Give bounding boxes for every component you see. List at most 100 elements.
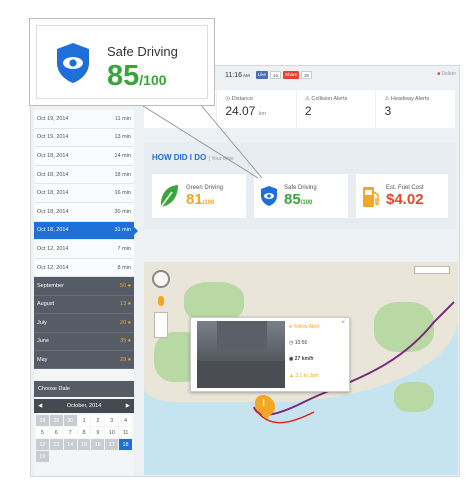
calendar-day[interactable]: 5 [36,427,49,439]
warning-icon: ⚠ [304,96,310,102]
calendar-day[interactable]: 12 [36,439,49,451]
callout-title: Safe Driving [107,44,178,59]
popup-place: ● Yellow Alert [289,324,320,330]
trip-ampm: AM [243,72,250,78]
calendar-day[interactable]: 15 [77,439,91,451]
calendar-day[interactable]: 28 [36,415,49,427]
leaf-icon [160,185,178,208]
callout-score: 85/100 [107,60,167,92]
pegman-icon[interactable] [158,296,164,306]
pin-icon: ● [289,324,293,330]
trip-item[interactable]: Oct 18, 2014 14 min [34,147,134,166]
month-count: 50 ● [120,283,131,290]
trip-duration: 7 min [117,245,131,252]
warning-icon: ⚠ [384,96,390,102]
trip-date: Oct 18, 2014 [37,190,69,197]
month-name: September [37,283,64,290]
trip-date: Oct 19, 2014 [37,115,69,122]
popup-time: ◷ 10:56 [289,340,308,346]
safe-driving-card[interactable]: Safe Driving 85/100 [254,174,348,218]
trip-date: Oct 19, 2014 [37,134,69,141]
trip-duration: 30 min [114,208,131,215]
trip-item[interactable]: Oct 19, 2014 13 min [34,128,134,148]
calendar-day[interactable]: 2 [91,415,105,427]
section-title: HOW DID I DO ( Your drive [152,153,234,162]
trip-date: Oct 12, 2014 [37,264,69,271]
map-pan-control[interactable] [152,270,170,288]
month-item[interactable]: June 35 ● [34,332,134,351]
shield-icon [57,43,89,83]
calendar-day[interactable]: 3 [105,415,119,427]
trip-duration: 31 min [114,227,131,234]
trash-icon: ■ [437,71,441,77]
month-item[interactable]: May 29 ● [34,350,134,370]
calendar-header: ◀ October, 2014 ▶ [34,399,134,414]
calendar-month-label: October, 2014 [66,403,102,410]
car-icon: ▲ [289,373,294,379]
calendar-day[interactable]: 29 [49,415,63,427]
fuel-pump-icon [363,187,379,207]
trip-item[interactable]: Oct 12, 2014 8 min [34,258,134,278]
calendar-day[interactable]: 19 [36,451,49,463]
trip-item[interactable]: Oct 18, 2014 18 min [34,165,134,185]
calendar-day[interactable]: 10 [105,427,119,439]
calendar-day[interactable]: 9 [91,427,105,439]
trip-date: Oct 18, 2014 [37,171,69,178]
month-item[interactable]: September 50 ● [34,277,134,296]
calendar-day[interactable]: 13 [49,439,63,451]
trip-duration: 13 min [114,134,131,141]
trip-duration: 14 min [114,152,131,159]
month-item[interactable]: August 13 ● [34,295,134,315]
stat-headway: ⚠ Headway Alerts 3 [384,96,430,118]
trip-item[interactable]: Oct 18, 2014 30 min [34,202,134,222]
trip-item[interactable]: Oct 12, 2014 7 min [34,240,134,259]
safe-driving-callout: Safe Driving 85/100 [29,18,215,106]
popup-speed: ◉ 27 km/h [289,356,314,362]
clock-icon: ◷ [225,96,231,102]
calendar-day[interactable]: 18 [119,439,132,451]
photo-road [197,361,285,388]
trip-duration: 16 min [114,190,131,197]
like-button[interactable]: Like [255,71,269,79]
photo-overpass [217,321,267,351]
trip-item[interactable]: Oct 18, 2014 31 min [34,221,138,241]
calendar-day[interactable]: 14 [63,439,77,451]
close-icon[interactable]: × [341,320,345,326]
next-month-button[interactable]: ▶ [126,403,130,409]
stat-collision: ⚠ Collision Alerts 2 [297,90,377,128]
calendar-day[interactable]: 17 [105,439,119,451]
trip-date: Oct 18, 2014 [37,227,69,234]
share-button[interactable]: Share [283,71,300,79]
calendar-day[interactable]: 1 [77,415,91,427]
trip-date: Oct 18, 2014 [37,208,69,215]
zoom-control[interactable] [154,312,168,338]
trip-item[interactable]: Oct 19, 2014 11 min [34,110,134,129]
month-count: 35 ● [120,338,131,345]
month-item[interactable]: July 20 ● [34,314,134,333]
trip-duration: 11 min [114,115,131,122]
month-name: August [37,301,55,308]
calendar-day[interactable]: 11 [119,427,132,439]
trip-item[interactable]: Oct 18, 2014 16 min [34,184,134,203]
speed-icon: ◉ [289,356,294,362]
month-name: July [37,319,47,326]
trip-date: Oct 12, 2014 [37,245,69,252]
trip-time: 11:16 [225,71,242,79]
calendar-day[interactable]: 30 [63,415,77,427]
trip-duration: 18 min [114,171,131,178]
map-type-control[interactable] [414,266,450,274]
choose-date-header: Choose Date [34,381,134,398]
clock-icon: ◷ [289,340,294,346]
calendar-day[interactable]: 7 [63,427,77,439]
like-count: 16 [270,71,282,79]
alert-exclamation-icon: ! [262,398,266,409]
calendar-day[interactable]: 6 [49,427,63,439]
delete-button[interactable]: ■ Delete [437,71,456,77]
fuel-cost-card: Est. Fuel Cost $4.02 [356,174,448,218]
calendar-day[interactable]: 8 [77,427,91,439]
stat-distance: ◷ Distance 24.07 km [217,90,297,128]
calendar-day[interactable]: 16 [91,439,105,451]
trip-header: 11:16 AM Like 16 Share 35 ■ Delete [225,68,460,82]
calendar-day[interactable]: 4 [119,415,132,427]
prev-month-button[interactable]: ◀ [38,403,42,409]
